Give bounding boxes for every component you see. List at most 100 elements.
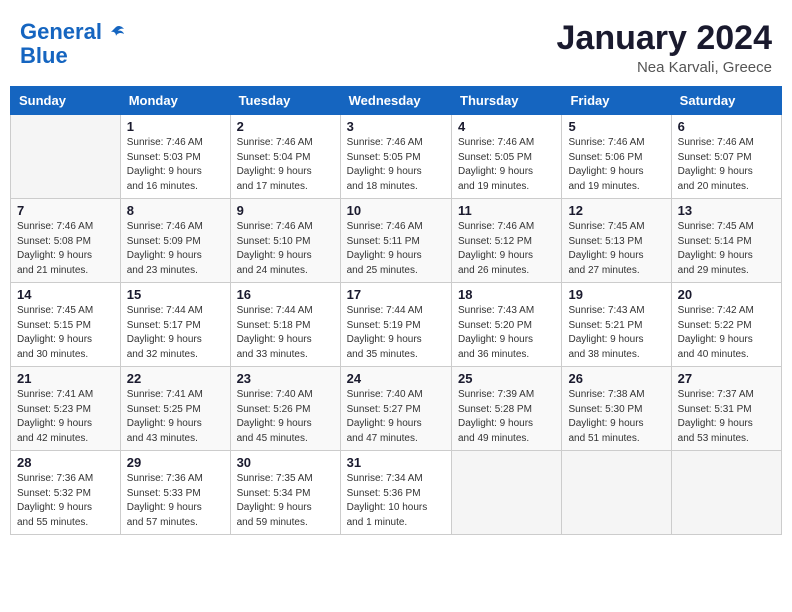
calendar-cell: 18 Sunrise: 7:43 AM Sunset: 5:20 PM Dayli… (452, 283, 562, 367)
day-number: 18 (458, 287, 555, 302)
calendar-cell (452, 451, 562, 535)
day-info: Sunrise: 7:46 AM Sunset: 5:10 PM Dayligh… (237, 220, 334, 278)
day-info: Sunrise: 7:46 AM Sunset: 5:07 PM Dayligh… (678, 136, 775, 194)
day-number: 27 (678, 371, 775, 386)
calendar-week-row: 7 Sunrise: 7:46 AM Sunset: 5:08 PM Daylig… (11, 199, 782, 283)
calendar-cell: 12 Sunrise: 7:45 AM Sunset: 5:13 PM Dayli… (562, 199, 671, 283)
day-info: Sunrise: 7:45 AM Sunset: 5:15 PM Dayligh… (17, 304, 114, 362)
day-header-tuesday: Tuesday (230, 87, 340, 115)
calendar-cell: 30 Sunrise: 7:35 AM Sunset: 5:34 PM Dayli… (230, 451, 340, 535)
calendar-cell: 27 Sunrise: 7:37 AM Sunset: 5:31 PM Dayli… (671, 367, 781, 451)
location: Nea Karvali, Greece (557, 59, 773, 76)
day-number: 7 (17, 203, 114, 218)
day-info: Sunrise: 7:34 AM Sunset: 5:36 PM Dayligh… (347, 472, 445, 530)
calendar-cell: 5Sunrise: 7:46 AM Sunset: 5:06 PM Daylig… (562, 115, 671, 199)
calendar-cell: 8 Sunrise: 7:46 AM Sunset: 5:09 PM Daylig… (120, 199, 230, 283)
logo-bird-icon (106, 24, 126, 44)
day-number: 15 (127, 287, 224, 302)
day-info: Sunrise: 7:38 AM Sunset: 5:30 PM Dayligh… (568, 388, 664, 446)
calendar-body: 1Sunrise: 7:46 AM Sunset: 5:03 PM Daylig… (11, 115, 782, 535)
title-block: January 2024 Nea Karvali, Greece (557, 20, 773, 76)
calendar-cell: 22Sunrise: 7:41 AM Sunset: 5:25 PM Dayli… (120, 367, 230, 451)
day-number: 12 (568, 203, 664, 218)
day-header-thursday: Thursday (452, 87, 562, 115)
calendar-cell: 31 Sunrise: 7:34 AM Sunset: 5:36 PM Dayli… (340, 451, 451, 535)
calendar-cell (562, 451, 671, 535)
day-number: 29 (127, 455, 224, 470)
day-info: Sunrise: 7:46 AM Sunset: 5:05 PM Dayligh… (458, 136, 555, 194)
day-number: 19 (568, 287, 664, 302)
day-number: 14 (17, 287, 114, 302)
calendar-cell: 9 Sunrise: 7:46 AM Sunset: 5:10 PM Daylig… (230, 199, 340, 283)
day-info: Sunrise: 7:46 AM Sunset: 5:04 PM Dayligh… (237, 136, 334, 194)
day-number: 24 (347, 371, 445, 386)
day-info: Sunrise: 7:43 AM Sunset: 5:20 PM Dayligh… (458, 304, 555, 362)
day-number: 9 (237, 203, 334, 218)
calendar-week-row: 21Sunrise: 7:41 AM Sunset: 5:23 PM Dayli… (11, 367, 782, 451)
logo: GeneralBlue (20, 20, 126, 68)
day-info: Sunrise: 7:36 AM Sunset: 5:32 PM Dayligh… (17, 472, 114, 530)
day-number: 31 (347, 455, 445, 470)
day-number: 3 (347, 119, 445, 134)
calendar-cell: 24Sunrise: 7:40 AM Sunset: 5:27 PM Dayli… (340, 367, 451, 451)
day-number: 8 (127, 203, 224, 218)
day-number: 16 (237, 287, 334, 302)
calendar-cell: 15 Sunrise: 7:44 AM Sunset: 5:17 PM Dayli… (120, 283, 230, 367)
calendar-cell: 26Sunrise: 7:38 AM Sunset: 5:30 PM Dayli… (562, 367, 671, 451)
page-header: GeneralBlue January 2024 Nea Karvali, Gr… (10, 10, 782, 81)
calendar-cell: 7 Sunrise: 7:46 AM Sunset: 5:08 PM Daylig… (11, 199, 121, 283)
calendar-cell: 19 Sunrise: 7:43 AM Sunset: 5:21 PM Dayli… (562, 283, 671, 367)
calendar-cell: 13Sunrise: 7:45 AM Sunset: 5:14 PM Dayli… (671, 199, 781, 283)
calendar-cell: 16Sunrise: 7:44 AM Sunset: 5:18 PM Dayli… (230, 283, 340, 367)
day-header-saturday: Saturday (671, 87, 781, 115)
calendar-cell: 6 Sunrise: 7:46 AM Sunset: 5:07 PM Daylig… (671, 115, 781, 199)
calendar-header-row: SundayMondayTuesdayWednesdayThursdayFrid… (11, 87, 782, 115)
day-number: 11 (458, 203, 555, 218)
day-info: Sunrise: 7:39 AM Sunset: 5:28 PM Dayligh… (458, 388, 555, 446)
day-number: 20 (678, 287, 775, 302)
day-number: 4 (458, 119, 555, 134)
calendar-cell: 1Sunrise: 7:46 AM Sunset: 5:03 PM Daylig… (120, 115, 230, 199)
day-info: Sunrise: 7:43 AM Sunset: 5:21 PM Dayligh… (568, 304, 664, 362)
day-number: 23 (237, 371, 334, 386)
day-number: 17 (347, 287, 445, 302)
day-number: 2 (237, 119, 334, 134)
calendar-cell (671, 451, 781, 535)
calendar-cell: 29 Sunrise: 7:36 AM Sunset: 5:33 PM Dayli… (120, 451, 230, 535)
calendar-cell: 17Sunrise: 7:44 AM Sunset: 5:19 PM Dayli… (340, 283, 451, 367)
calendar-cell: 2 Sunrise: 7:46 AM Sunset: 5:04 PM Daylig… (230, 115, 340, 199)
day-info: Sunrise: 7:37 AM Sunset: 5:31 PM Dayligh… (678, 388, 775, 446)
day-number: 10 (347, 203, 445, 218)
day-number: 6 (678, 119, 775, 134)
day-info: Sunrise: 7:46 AM Sunset: 5:11 PM Dayligh… (347, 220, 445, 278)
day-number: 28 (17, 455, 114, 470)
day-header-monday: Monday (120, 87, 230, 115)
day-header-friday: Friday (562, 87, 671, 115)
calendar-cell: 10 Sunrise: 7:46 AM Sunset: 5:11 PM Dayli… (340, 199, 451, 283)
day-info: Sunrise: 7:35 AM Sunset: 5:34 PM Dayligh… (237, 472, 334, 530)
day-number: 1 (127, 119, 224, 134)
calendar-week-row: 28 Sunrise: 7:36 AM Sunset: 5:32 PM Dayli… (11, 451, 782, 535)
day-header-wednesday: Wednesday (340, 87, 451, 115)
day-number: 13 (678, 203, 775, 218)
day-info: Sunrise: 7:46 AM Sunset: 5:08 PM Dayligh… (17, 220, 114, 278)
day-number: 5 (568, 119, 664, 134)
calendar-cell: 21Sunrise: 7:41 AM Sunset: 5:23 PM Dayli… (11, 367, 121, 451)
calendar-cell (11, 115, 121, 199)
calendar-cell: 25Sunrise: 7:39 AM Sunset: 5:28 PM Dayli… (452, 367, 562, 451)
month-title: January 2024 (557, 20, 773, 57)
day-info: Sunrise: 7:44 AM Sunset: 5:17 PM Dayligh… (127, 304, 224, 362)
calendar-cell: 20 Sunrise: 7:42 AM Sunset: 5:22 PM Dayli… (671, 283, 781, 367)
day-number: 30 (237, 455, 334, 470)
day-info: Sunrise: 7:42 AM Sunset: 5:22 PM Dayligh… (678, 304, 775, 362)
calendar-cell: 4 Sunrise: 7:46 AM Sunset: 5:05 PM Daylig… (452, 115, 562, 199)
day-info: Sunrise: 7:46 AM Sunset: 5:12 PM Dayligh… (458, 220, 555, 278)
day-info: Sunrise: 7:46 AM Sunset: 5:05 PM Dayligh… (347, 136, 445, 194)
calendar-cell: 14 Sunrise: 7:45 AM Sunset: 5:15 PM Dayli… (11, 283, 121, 367)
day-info: Sunrise: 7:45 AM Sunset: 5:13 PM Dayligh… (568, 220, 664, 278)
day-info: Sunrise: 7:36 AM Sunset: 5:33 PM Dayligh… (127, 472, 224, 530)
logo-text: GeneralBlue (20, 20, 102, 68)
calendar-cell: 23Sunrise: 7:40 AM Sunset: 5:26 PM Dayli… (230, 367, 340, 451)
day-info: Sunrise: 7:46 AM Sunset: 5:09 PM Dayligh… (127, 220, 224, 278)
day-info: Sunrise: 7:41 AM Sunset: 5:25 PM Dayligh… (127, 388, 224, 446)
